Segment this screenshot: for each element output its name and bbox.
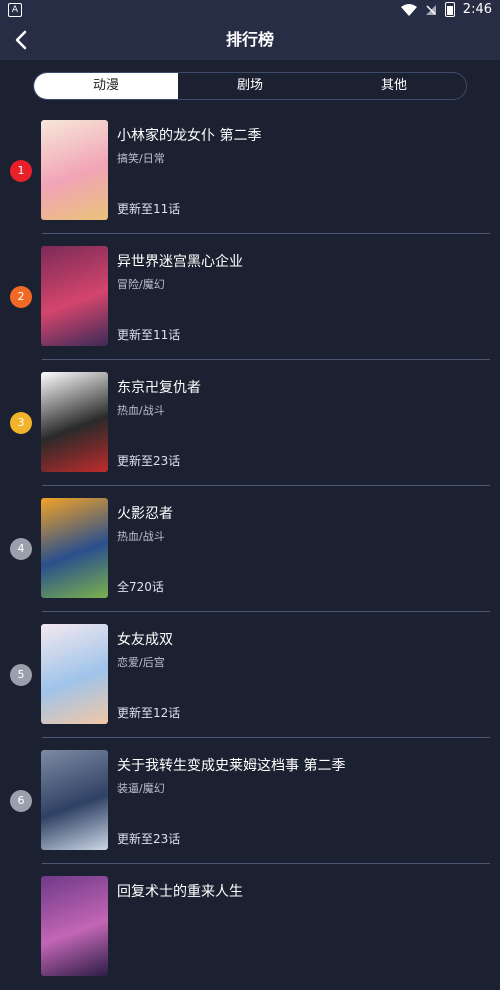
rank-badge: 3 xyxy=(10,412,32,434)
anime-genre: 搞笑/日常 xyxy=(117,152,165,165)
cover-image xyxy=(41,120,108,220)
ranking-item[interactable]: 1 小林家的龙女仆 第二季 搞笑/日常 更新至11话 xyxy=(0,108,500,234)
rank-badge: 4 xyxy=(10,538,32,560)
episode-status: 更新至23话 xyxy=(117,454,181,468)
anime-title: 女友成双 xyxy=(117,632,173,648)
rank-badge: 5 xyxy=(10,664,32,686)
anime-genre: 热血/战斗 xyxy=(117,530,165,543)
episode-status: 全720话 xyxy=(117,580,164,594)
anime-genre: 冒险/魔幻 xyxy=(117,278,165,291)
cover-image xyxy=(41,246,108,346)
tab-anime[interactable]: 动漫 xyxy=(34,73,178,99)
anime-title: 火影忍者 xyxy=(117,506,173,522)
anime-title: 东京卍复仇者 xyxy=(117,380,201,396)
ranking-item[interactable]: 6 关于我转生变成史莱姆这档事 第二季 装逼/魔幻 更新至23话 xyxy=(0,738,500,864)
no-sim-icon xyxy=(425,4,436,15)
page-title: 排行榜 xyxy=(225,30,274,49)
anime-title: 回复术士的重来人生 xyxy=(117,884,243,900)
status-icons: 2:46 xyxy=(400,2,492,17)
cover-image xyxy=(41,876,108,976)
tab-theater[interactable]: 剧场 xyxy=(178,73,322,99)
rank-badge: 1 xyxy=(10,160,32,182)
anime-genre: 热血/战斗 xyxy=(117,404,165,417)
app-header: 排行榜 xyxy=(0,20,500,60)
ranking-item[interactable]: 3 东京卍复仇者 热血/战斗 更新至23话 xyxy=(0,360,500,486)
ranking-item[interactable]: 7 回复术士的重来人生 xyxy=(0,864,500,990)
anime-genre: 装逼/魔幻 xyxy=(117,782,165,795)
episode-status: 更新至23话 xyxy=(117,832,181,846)
status-time: 2:46 xyxy=(462,2,492,17)
anime-title: 关于我转生变成史莱姆这档事 第二季 xyxy=(117,758,346,774)
ranking-list: 1 小林家的龙女仆 第二季 搞笑/日常 更新至11话 2 异世界迷宫黑心企业 冒… xyxy=(0,108,500,990)
wifi-icon xyxy=(400,3,417,16)
cover-image xyxy=(41,498,108,598)
episode-status: 更新至11话 xyxy=(117,328,181,342)
episode-status: 更新至12话 xyxy=(117,706,181,720)
tab-other[interactable]: 其他 xyxy=(322,73,466,99)
cover-image xyxy=(41,750,108,850)
anime-genre: 恋爱/后宫 xyxy=(117,656,165,669)
cover-image xyxy=(41,624,108,724)
battery-icon xyxy=(444,2,455,17)
cover-image xyxy=(41,372,108,472)
ranking-item[interactable]: 2 异世界迷宫黑心企业 冒险/魔幻 更新至11话 xyxy=(0,234,500,360)
anime-title: 异世界迷宫黑心企业 xyxy=(117,254,243,270)
app-notification-icon: A xyxy=(8,3,22,17)
anime-title: 小林家的龙女仆 第二季 xyxy=(117,128,262,144)
ranking-item[interactable]: 5 女友成双 恋爱/后宫 更新至12话 xyxy=(0,612,500,738)
episode-status: 更新至11话 xyxy=(117,202,181,216)
rank-badge: 6 xyxy=(10,790,32,812)
ranking-item[interactable]: 4 火影忍者 热血/战斗 全720话 xyxy=(0,486,500,612)
status-bar: A 2:46 xyxy=(0,0,500,20)
category-tabs: 动漫 剧场 其他 xyxy=(33,72,467,100)
rank-badge: 2 xyxy=(10,286,32,308)
